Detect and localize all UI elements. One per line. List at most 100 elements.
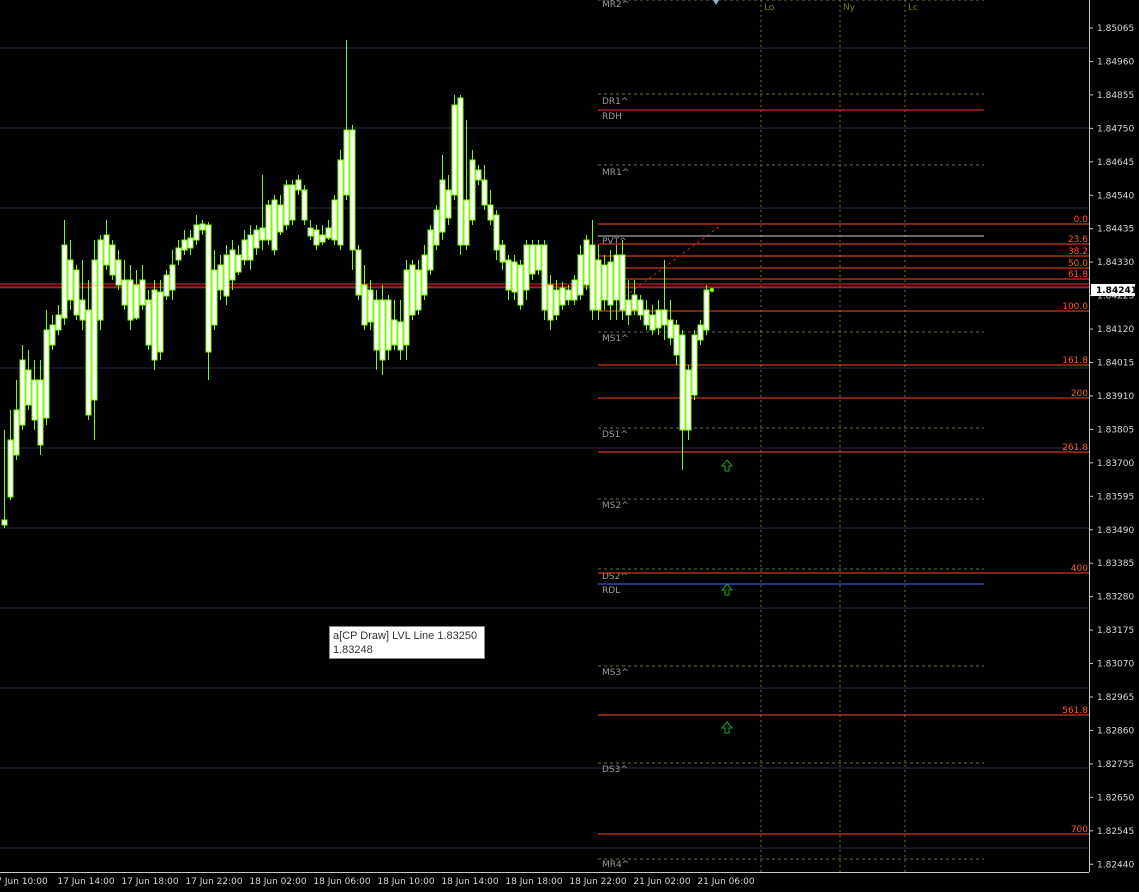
pivot-label: MS3^ (602, 668, 629, 678)
time-tick-label: 17 Jun 14:00 (57, 877, 114, 887)
candle-body (67, 259, 74, 301)
candle-body (517, 264, 524, 306)
price-tick-label: 1.83805 (1097, 425, 1134, 435)
current-price-dot (709, 287, 715, 293)
pivot-label: RDL (602, 586, 620, 596)
candle-body (199, 223, 206, 231)
candle-body (133, 284, 140, 319)
candle-body (439, 179, 446, 233)
price-tick-label: 1.83595 (1097, 492, 1134, 502)
time-tick-label: 18 Jun 22:00 (569, 877, 626, 887)
price-tick-label: 1.83385 (1097, 559, 1134, 569)
price-tick-label: 1.83175 (1097, 626, 1134, 636)
candle-body (91, 259, 98, 401)
candle-body (103, 234, 110, 266)
candle-body (493, 214, 500, 251)
candle-body (265, 204, 272, 241)
candle-body (703, 289, 710, 331)
candle-body (385, 299, 392, 351)
candle-body (349, 129, 356, 251)
candle-body (697, 324, 704, 341)
candle-body (535, 244, 542, 271)
candle-body (661, 309, 668, 326)
time-tick-label: 17 Jun 18:00 (121, 877, 178, 887)
candle-body (445, 189, 452, 219)
candle-body (391, 319, 398, 346)
candle-body (511, 261, 518, 293)
price-chart[interactable]: Lo Ny Lc MR2^DR1^RDHMR1^PVT^MS1^DS1^MS2^DS… (0, 0, 1139, 892)
candle-body (259, 227, 266, 241)
price-tick-label: 1.84120 (1097, 325, 1134, 335)
pivot-label: MR4^ (602, 860, 629, 870)
candle-body (319, 234, 326, 243)
candle-body (631, 294, 638, 311)
candle-body (139, 279, 146, 306)
fib-label: 23.6 (1068, 235, 1088, 245)
session-label: Lo (764, 3, 775, 13)
candle-body (13, 409, 20, 456)
candle-body (19, 359, 26, 426)
candle-body (115, 259, 122, 286)
fib-label: 61.8 (1068, 270, 1088, 280)
time-tick-label: 18 Jun 14:00 (441, 877, 498, 887)
candle-body (571, 279, 578, 301)
fib-label: 261.8 (1062, 443, 1088, 453)
time-tick-label: 17 Jun 22:00 (185, 877, 242, 887)
candle-body (121, 279, 128, 306)
candle-body (343, 129, 350, 196)
candle-body (361, 284, 368, 326)
candle-body (145, 299, 152, 346)
candle-body (313, 229, 320, 246)
price-tick-label: 1.82440 (1097, 860, 1134, 870)
candle-body (379, 299, 386, 361)
candle-body (307, 227, 314, 237)
candle-body (415, 269, 422, 311)
time-tick-label: 18 Jun 10:00 (377, 877, 434, 887)
candle-body (607, 261, 614, 306)
candle-body (553, 289, 560, 316)
candle-body (151, 289, 158, 361)
candle-body (649, 314, 656, 331)
candle-body (175, 247, 182, 261)
tooltip-line1: a[CP Draw] LVL Line 1.83250 (333, 630, 478, 642)
candle-body (451, 104, 458, 196)
candle-body (295, 179, 302, 191)
candle-body (7, 439, 14, 498)
candle-body (373, 299, 380, 351)
candle-body (37, 379, 44, 446)
pivot-label: RDH (602, 112, 622, 122)
candle-body (241, 239, 248, 261)
fib-label: 200 (1071, 389, 1088, 399)
candle-body (85, 309, 92, 416)
candle-body (277, 204, 284, 233)
candle-body (457, 97, 464, 246)
candle-body (505, 259, 512, 291)
price-tick-label: 1.84330 (1097, 258, 1134, 268)
candle-body (223, 254, 230, 297)
line-tooltip: a[CP Draw] LVL Line 1.83250 1.83248 (329, 626, 485, 659)
candle-body (181, 239, 188, 251)
candle-body (583, 239, 590, 286)
fib-label: 400 (1071, 564, 1088, 574)
fib-label: 50.0 (1068, 259, 1088, 269)
pivot-label: MR2^ (602, 0, 629, 10)
session-label: Ny (843, 3, 856, 13)
candle-body (577, 254, 584, 296)
candle-body (169, 264, 176, 291)
candle-body (211, 269, 218, 326)
fib-label: 0.0 (1074, 215, 1089, 225)
price-tick-label: 1.84435 (1097, 225, 1134, 235)
candle-body (523, 244, 530, 291)
candle-body (667, 319, 674, 339)
candle-body (589, 244, 596, 311)
pivot-label: MR1^ (602, 168, 629, 178)
price-tick-label: 1.84540 (1097, 191, 1134, 201)
candle-body (229, 249, 236, 281)
pivot-label: DR1^ (602, 97, 628, 107)
candle-body (619, 254, 626, 311)
candle-body (367, 289, 374, 323)
candle-body (217, 264, 224, 291)
candle-body (559, 287, 566, 306)
candle-body (331, 199, 338, 241)
pivot-label: MS2^ (602, 501, 629, 511)
